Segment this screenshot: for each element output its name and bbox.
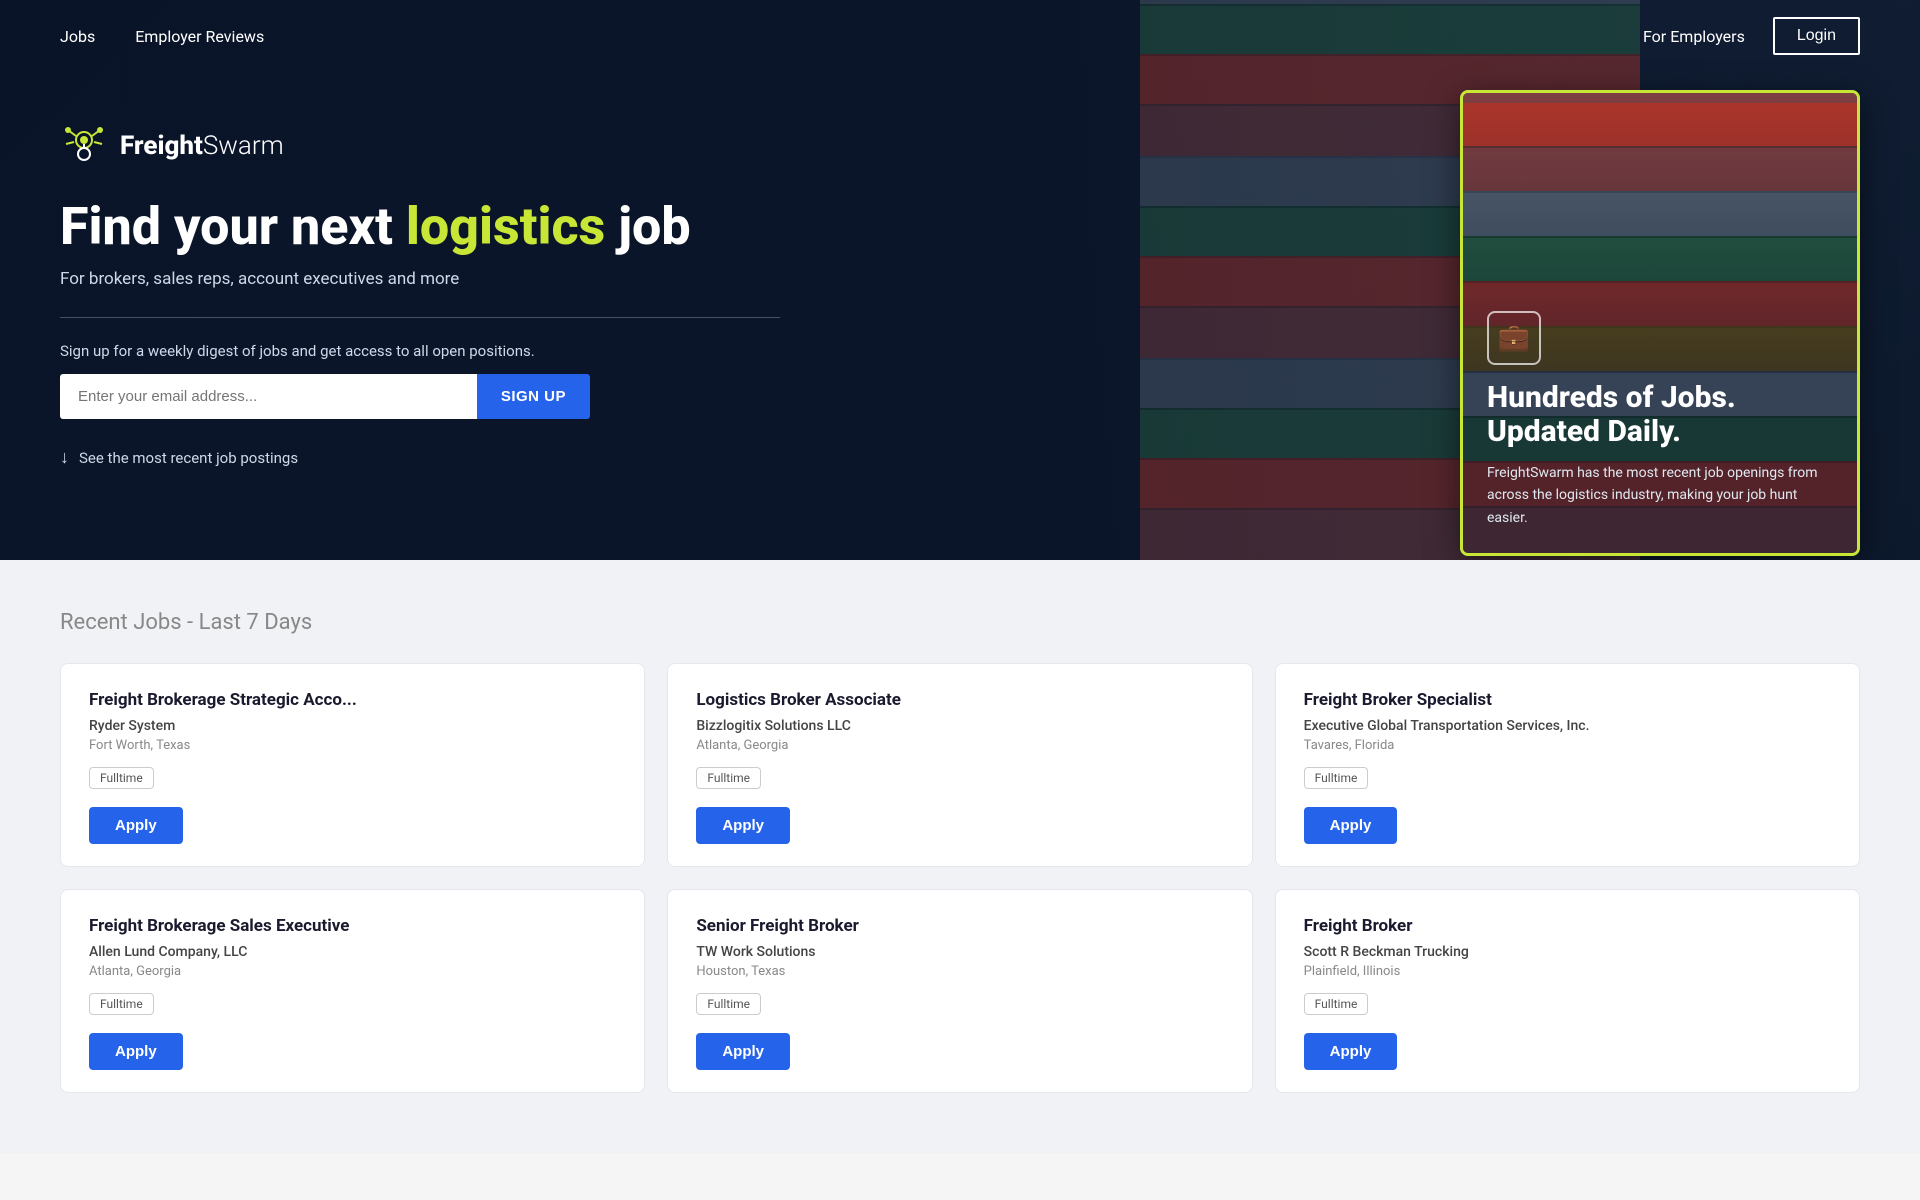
card-content: 💼 Hundreds of Jobs. Updated Daily. Freig…	[1463, 287, 1857, 553]
see-jobs-link[interactable]: ↓ See the most recent job postings	[60, 447, 780, 468]
job-card: Freight Broker Specialist Executive Glob…	[1275, 663, 1860, 867]
card-body: FreightSwarm has the most recent job ope…	[1487, 462, 1833, 529]
headline-highlight: logistics	[406, 196, 605, 257]
job-location: Atlanta, Georgia	[696, 738, 1223, 753]
apply-button[interactable]: Apply	[89, 1033, 183, 1070]
job-location: Houston, Texas	[696, 964, 1223, 979]
job-company: Executive Global Transportation Services…	[1304, 718, 1831, 734]
jobs-section: Recent Jobs - Last 7 Days Freight Broker…	[0, 560, 1920, 1153]
job-title: Freight Broker Specialist	[1304, 690, 1831, 710]
job-title: Senior Freight Broker	[696, 916, 1223, 936]
email-form: SIGN UP	[60, 374, 590, 419]
signup-prompt: Sign up for a weekly digest of jobs and …	[60, 342, 780, 360]
job-title: Logistics Broker Associate	[696, 690, 1223, 710]
job-type-badge: Fulltime	[696, 993, 761, 1015]
apply-button[interactable]: Apply	[1304, 807, 1398, 844]
job-type-badge: Fulltime	[1304, 767, 1369, 789]
hero-headline: Find your next logistics job	[60, 198, 780, 255]
job-location: Tavares, Florida	[1304, 738, 1831, 753]
job-type-badge: Fulltime	[1304, 993, 1369, 1015]
logo-text: FreightSwarm	[120, 131, 284, 161]
nav-links: Jobs Employer Reviews	[60, 27, 1643, 46]
job-title: Freight Broker	[1304, 916, 1831, 936]
hero-subheading: For brokers, sales reps, account executi…	[60, 269, 780, 289]
login-button[interactable]: Login	[1773, 17, 1860, 55]
apply-button[interactable]: Apply	[1304, 1033, 1398, 1070]
job-card: Freight Brokerage Sales Executive Allen …	[60, 889, 645, 1093]
logo-area: FreightSwarm	[60, 122, 780, 170]
email-input[interactable]	[60, 374, 477, 419]
hero-card: 💼 Hundreds of Jobs. Updated Daily. Freig…	[1460, 90, 1860, 556]
headline-suffix: job	[605, 196, 690, 257]
briefcase-icon: 💼	[1487, 311, 1541, 365]
job-card: Senior Freight Broker TW Work Solutions …	[667, 889, 1252, 1093]
job-card: Freight Broker Scott R Beckman Trucking …	[1275, 889, 1860, 1093]
apply-button[interactable]: Apply	[696, 807, 790, 844]
logo-bold: Freight	[120, 131, 203, 161]
job-location: Plainfield, Illinois	[1304, 964, 1831, 979]
job-company: Scott R Beckman Trucking	[1304, 944, 1831, 960]
jobs-grid: Freight Brokerage Strategic Acco... Ryde…	[60, 663, 1860, 1093]
job-company: Bizzlogitix Solutions LLC	[696, 718, 1223, 734]
job-location: Fort Worth, Texas	[89, 738, 616, 753]
hero-section: FreightSwarm Find your next logistics jo…	[0, 0, 1920, 560]
see-jobs-label: See the most recent job postings	[79, 449, 298, 467]
job-type-badge: Fulltime	[696, 767, 761, 789]
job-company: Ryder System	[89, 718, 616, 734]
apply-button[interactable]: Apply	[89, 807, 183, 844]
apply-button[interactable]: Apply	[696, 1033, 790, 1070]
hero-content: FreightSwarm Find your next logistics jo…	[60, 122, 780, 468]
navbar: Jobs Employer Reviews For Employers Logi…	[0, 0, 1920, 72]
job-card: Freight Brokerage Strategic Acco... Ryde…	[60, 663, 645, 867]
job-location: Atlanta, Georgia	[89, 964, 616, 979]
job-title: Freight Brokerage Strategic Acco...	[89, 690, 616, 710]
headline-prefix: Find your next	[60, 196, 406, 257]
card-headline: Hundreds of Jobs. Updated Daily.	[1487, 381, 1833, 450]
for-employers-link[interactable]: For Employers	[1643, 27, 1745, 46]
job-type-badge: Fulltime	[89, 767, 154, 789]
nav-jobs[interactable]: Jobs	[60, 27, 95, 46]
logo-icon	[60, 122, 108, 170]
section-title: Recent Jobs - Last 7 Days	[60, 610, 1860, 635]
nav-employer-reviews[interactable]: Employer Reviews	[135, 27, 264, 46]
hero-divider	[60, 317, 780, 318]
job-card: Logistics Broker Associate Bizzlogitix S…	[667, 663, 1252, 867]
arrow-down-icon: ↓	[60, 447, 69, 468]
logo-light: Swarm	[203, 131, 284, 161]
signup-button[interactable]: SIGN UP	[477, 374, 590, 419]
card-image: 💼 Hundreds of Jobs. Updated Daily. Freig…	[1463, 93, 1857, 553]
job-company: TW Work Solutions	[696, 944, 1223, 960]
nav-right: For Employers Login	[1643, 17, 1860, 55]
job-type-badge: Fulltime	[89, 993, 154, 1015]
job-company: Allen Lund Company, LLC	[89, 944, 616, 960]
job-title: Freight Brokerage Sales Executive	[89, 916, 616, 936]
